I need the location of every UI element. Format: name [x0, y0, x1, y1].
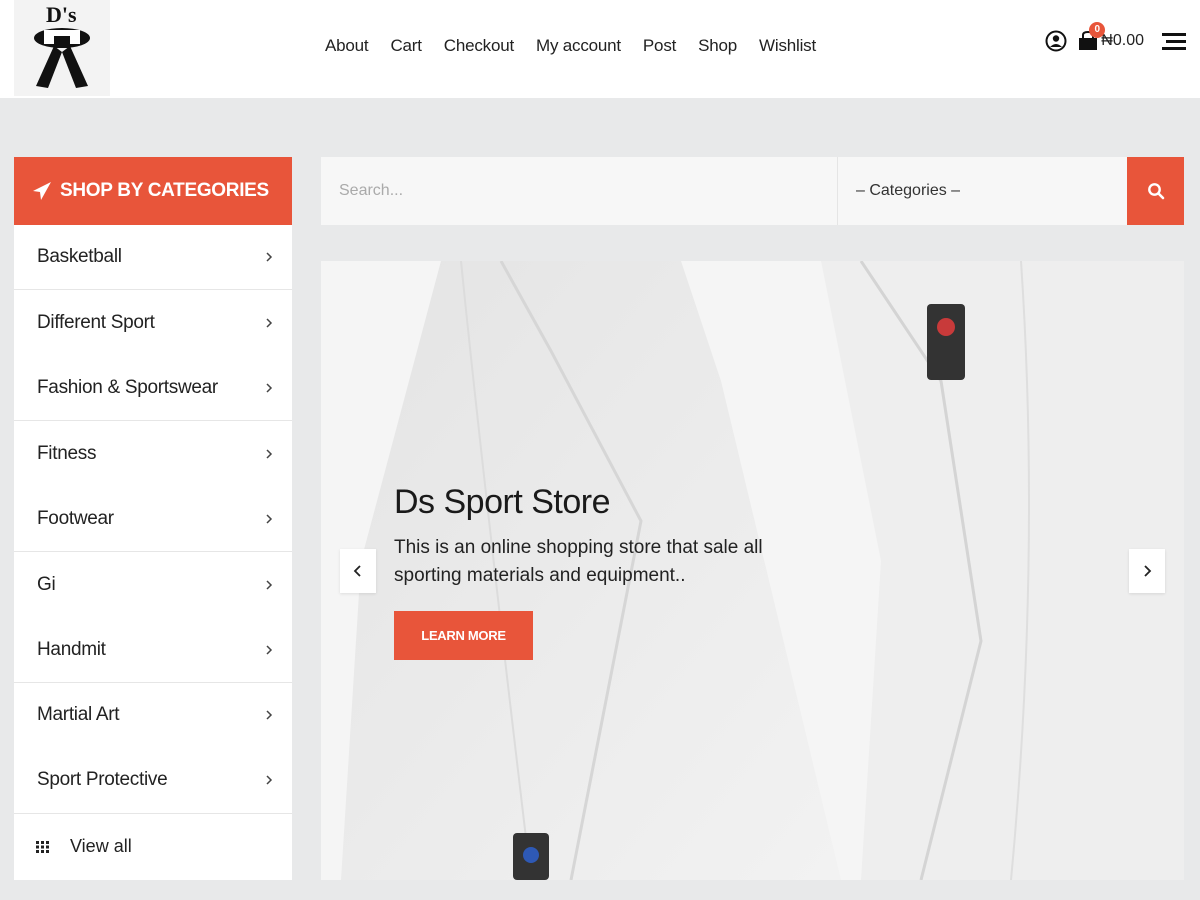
category-label: Sport Protective: [37, 769, 168, 791]
category-label: Handmit: [37, 638, 106, 660]
main-nav: About Cart Checkout My account Post Shop…: [325, 36, 838, 56]
hero-description: This is an online shopping store that sa…: [394, 537, 763, 586]
chevron-left-icon: [353, 565, 361, 577]
chevron-right-icon: [266, 318, 273, 328]
chevron-right-icon: [266, 580, 273, 590]
category-label: Different Sport: [37, 312, 155, 334]
search-button[interactable]: [1127, 157, 1184, 225]
slider-next-button[interactable]: [1129, 549, 1165, 593]
category-select-value: – Categories –: [856, 182, 961, 199]
chevron-right-icon: [266, 383, 273, 393]
nav-my-account[interactable]: My account: [536, 36, 621, 56]
category-sidebar: SHOP BY CATEGORIES Basketball Different …: [14, 157, 292, 880]
chevron-right-icon: [266, 449, 273, 459]
view-all-label: View all: [70, 836, 132, 857]
category-item-fashion-sportswear[interactable]: Fashion & Sportswear: [14, 356, 292, 422]
sidebar-title: SHOP BY CATEGORIES: [60, 180, 269, 201]
chevron-right-icon: [266, 514, 273, 524]
chevron-right-icon: [266, 775, 273, 785]
category-label: Basketball: [37, 246, 122, 268]
search-icon: [1147, 183, 1164, 200]
chevron-right-icon: [266, 710, 273, 720]
category-label: Fashion & Sportswear: [37, 376, 218, 398]
category-item-footwear[interactable]: Footwear: [14, 487, 292, 552]
category-item-different-sport[interactable]: Different Sport: [14, 290, 292, 355]
category-label: Martial Art: [37, 704, 120, 726]
cart-button[interactable]: 0 ₦0.00: [1077, 22, 1144, 52]
nav-shop[interactable]: Shop: [698, 36, 737, 56]
cart-total: ₦0.00: [1101, 32, 1144, 49]
nav-wishlist[interactable]: Wishlist: [759, 36, 816, 56]
site-header: D's About Cart Checkout My account Post …: [0, 0, 1200, 98]
user-icon[interactable]: [1045, 30, 1067, 52]
chevron-right-icon: [266, 645, 273, 655]
learn-more-button[interactable]: LEARN MORE: [394, 611, 533, 660]
category-item-basketball[interactable]: Basketball: [14, 225, 292, 291]
chevron-right-icon: [266, 252, 273, 262]
site-logo[interactable]: D's: [14, 0, 110, 96]
slider-prev-button[interactable]: [340, 549, 376, 593]
category-item-fitness[interactable]: Fitness: [14, 421, 292, 486]
category-item-martial-art[interactable]: Martial Art: [14, 683, 292, 748]
chevron-right-icon: [1144, 565, 1152, 577]
menu-icon[interactable]: [1162, 30, 1186, 52]
header-actions: 0 ₦0.00: [1045, 22, 1186, 52]
search-input[interactable]: [321, 157, 837, 225]
sidebar-header: SHOP BY CATEGORIES: [14, 157, 292, 225]
category-label: Gi: [37, 573, 56, 595]
nav-post[interactable]: Post: [643, 36, 676, 56]
category-label: Footwear: [37, 507, 114, 529]
category-select[interactable]: – Categories –: [837, 157, 1127, 225]
category-item-handmit[interactable]: Handmit: [14, 617, 292, 683]
category-item-sport-protective[interactable]: Sport Protective: [14, 748, 292, 814]
nav-checkout[interactable]: Checkout: [444, 36, 514, 56]
category-item-gi[interactable]: Gi: [14, 552, 292, 617]
hero-slider: Ds Sport Store This is an online shoppin…: [321, 261, 1184, 880]
hero-title: Ds Sport Store: [394, 483, 610, 521]
nav-cart[interactable]: Cart: [390, 36, 422, 56]
svg-text:D's: D's: [46, 2, 77, 27]
search-bar: – Categories –: [321, 157, 1184, 225]
grid-icon: [36, 840, 49, 853]
nav-about[interactable]: About: [325, 36, 369, 56]
category-label: Fitness: [37, 442, 97, 464]
paper-plane-icon: [33, 182, 51, 200]
view-all-link[interactable]: View all: [14, 814, 292, 880]
